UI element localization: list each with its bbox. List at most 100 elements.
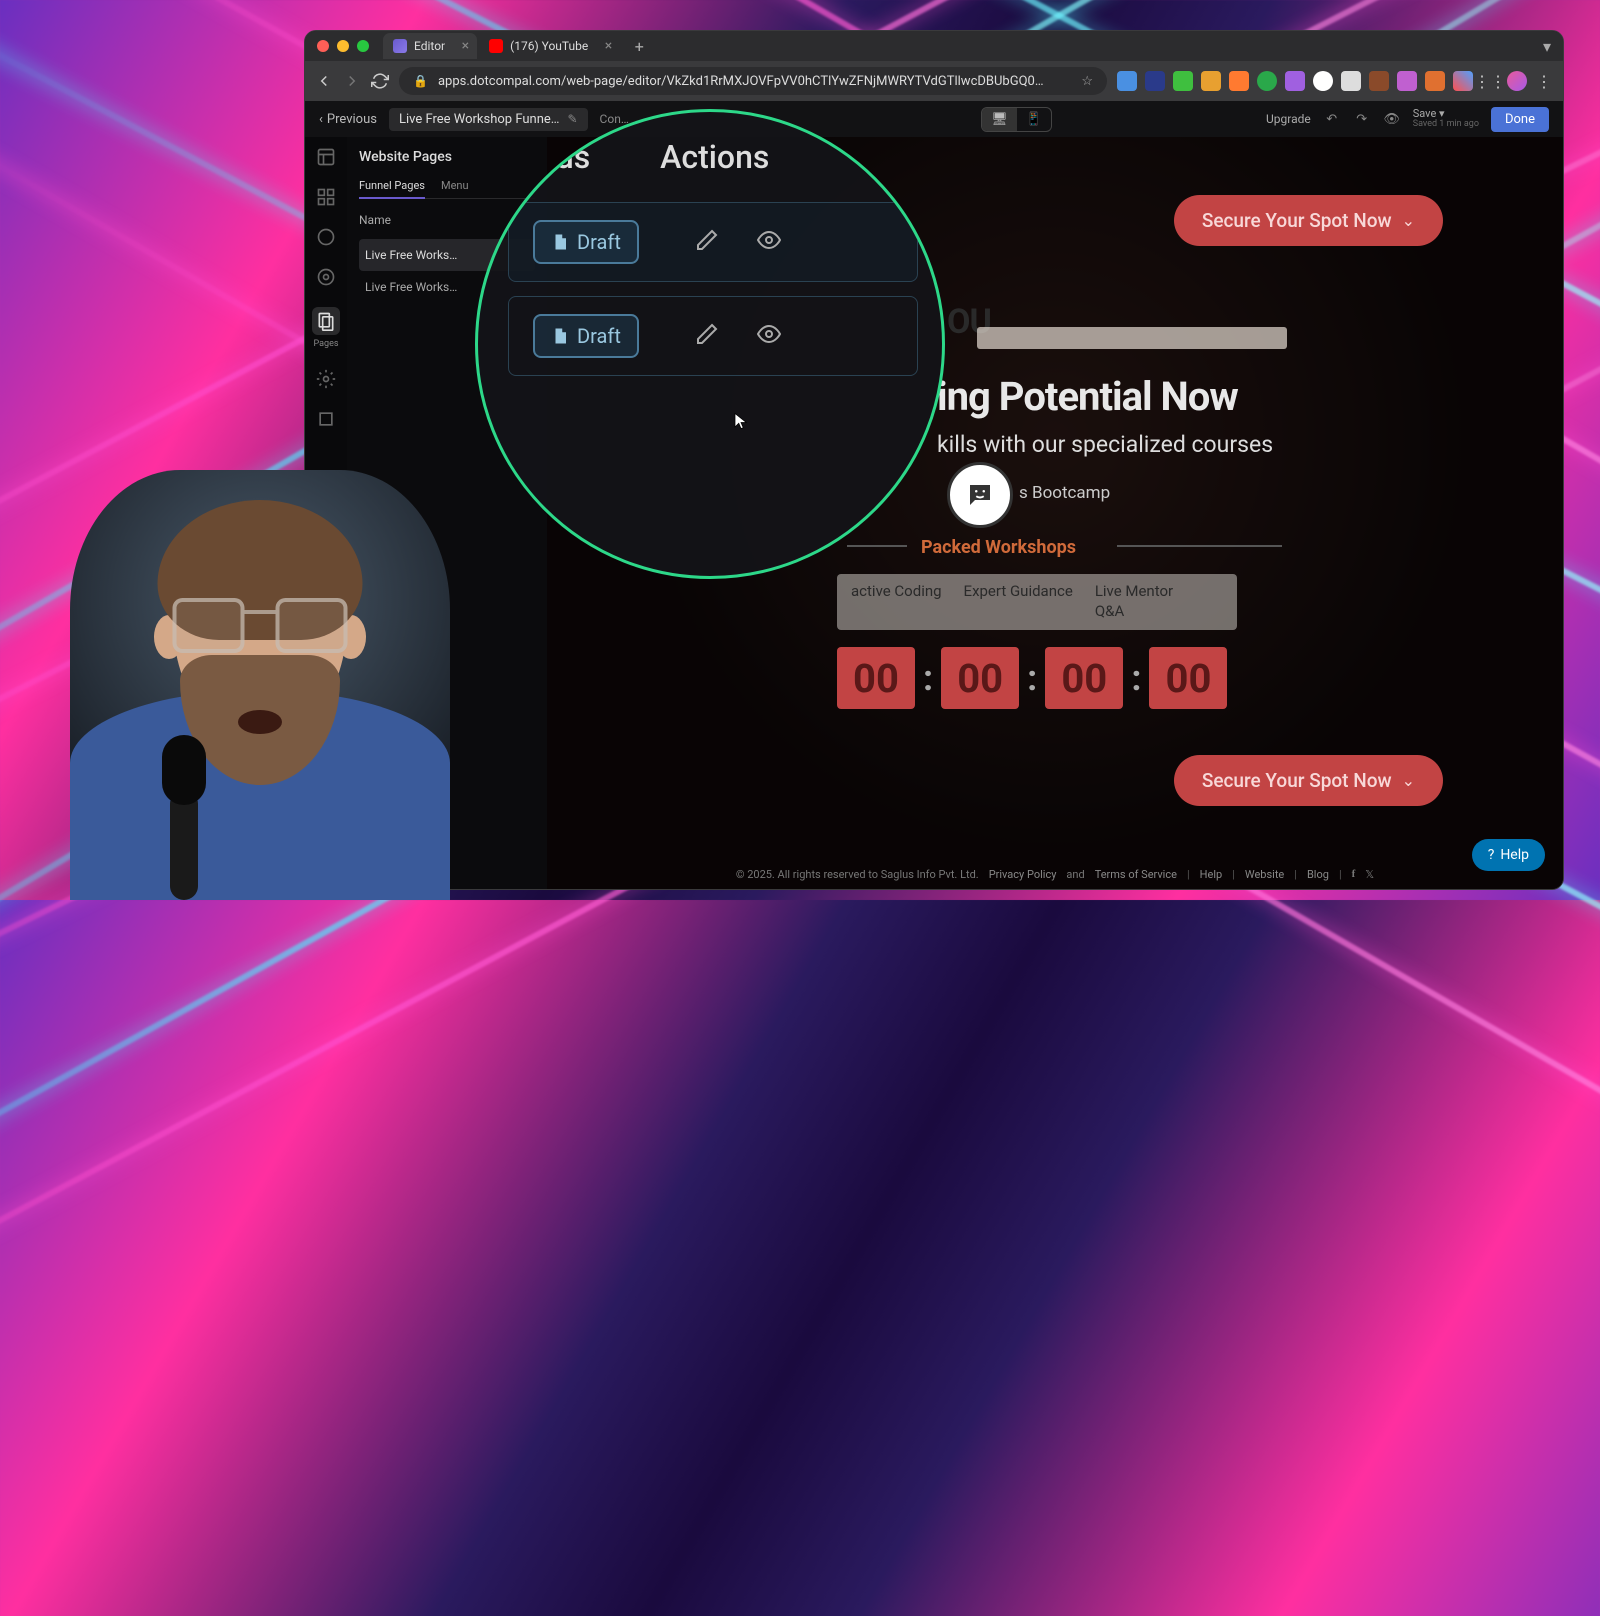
extension-icon[interactable]: [1201, 71, 1221, 91]
gear-icon[interactable]: [316, 369, 336, 389]
favicon-youtube-icon: [489, 39, 503, 53]
profile-avatar-icon[interactable]: [1507, 71, 1527, 91]
url-bar[interactable]: 🔒 apps.dotcompal.com/web-page/editor/VkZ…: [399, 67, 1107, 95]
edit-pencil-icon[interactable]: [695, 228, 719, 256]
secure-spot-cta-button[interactable]: Secure Your Spot Now ⌄: [1174, 195, 1443, 246]
extension-icon[interactable]: [1257, 71, 1277, 91]
url-text: apps.dotcompal.com/web-page/editor/VkZkd…: [438, 74, 1044, 89]
upgrade-link[interactable]: Upgrade: [1266, 112, 1311, 126]
close-tab-icon[interactable]: ×: [462, 38, 469, 54]
preview-eye-icon[interactable]: [757, 228, 781, 256]
page-list-row[interactable]: Draft: [508, 202, 918, 282]
new-tab-button[interactable]: +: [628, 35, 650, 57]
countdown-days: 00: [837, 647, 915, 709]
layout-icon[interactable]: [316, 147, 336, 167]
undo-button[interactable]: ↶: [1323, 110, 1341, 128]
mobile-view-button[interactable]: 📱: [1017, 108, 1051, 131]
styles-icon[interactable]: [316, 267, 336, 287]
address-bar: 🔒 apps.dotcompal.com/web-page/editor/VkZ…: [305, 61, 1563, 101]
help-link[interactable]: Help: [1200, 868, 1223, 881]
draft-status-badge: Draft: [533, 314, 639, 358]
pages-label: Pages: [314, 339, 339, 349]
extension-icon[interactable]: [1369, 71, 1389, 91]
titlebar: Editor × (176) YouTube × + ▾: [305, 31, 1563, 61]
minimize-window-button[interactable]: [337, 40, 349, 52]
extension-icon[interactable]: [1117, 71, 1137, 91]
subheadline-text: kills with our specialized courses: [937, 431, 1273, 458]
preview-eye-icon[interactable]: [757, 322, 781, 350]
pages-icon[interactable]: [312, 307, 340, 335]
headline-text: ing Potential Now: [937, 373, 1238, 420]
close-window-button[interactable]: [317, 40, 329, 52]
feature-item: Expert Guidance: [964, 582, 1073, 602]
expand-icon[interactable]: [316, 409, 336, 429]
webcam-presenter-overlay: [70, 470, 450, 900]
favicon-dotcompal-icon: [393, 39, 407, 53]
preview-eye-icon[interactable]: 👁: [1383, 110, 1401, 128]
input-placeholder[interactable]: [977, 327, 1287, 349]
zoom-highlight-circle: atus Actions Draft: [475, 109, 945, 579]
bookmark-star-icon[interactable]: ☆: [1081, 74, 1093, 89]
browser-tab-youtube[interactable]: (176) YouTube ×: [479, 33, 620, 59]
extension-icon[interactable]: [1341, 71, 1361, 91]
extension-icon[interactable]: [1229, 71, 1249, 91]
kebab-menu-icon[interactable]: ⋮: [1535, 72, 1553, 90]
browser-tab-editor[interactable]: Editor ×: [383, 33, 477, 59]
extensions-area: ⋮⋮ ⋮: [1117, 71, 1553, 91]
blocks-icon[interactable]: [316, 187, 336, 207]
blog-link[interactable]: Blog: [1307, 868, 1329, 881]
tab-title: Editor: [414, 39, 445, 53]
terms-link[interactable]: Terms of Service: [1095, 868, 1177, 881]
feature-item: active Coding: [851, 582, 942, 602]
extension-icon[interactable]: [1425, 71, 1445, 91]
edit-pencil-icon[interactable]: [695, 322, 719, 350]
website-link[interactable]: Website: [1245, 868, 1284, 881]
extension-icon[interactable]: [1145, 71, 1165, 91]
desktop-view-button[interactable]: 🖥: [982, 108, 1017, 131]
save-dropdown[interactable]: Save ▾ Saved 1 min ago: [1413, 108, 1479, 130]
subtab-funnel-pages[interactable]: Funnel Pages: [359, 179, 425, 199]
help-widget-button[interactable]: ? Help: [1472, 839, 1545, 871]
back-button[interactable]: [315, 72, 333, 90]
extension-icon[interactable]: [1313, 71, 1333, 91]
actions-column-header: Actions: [660, 138, 769, 176]
x-twitter-icon[interactable]: 𝕏: [1365, 868, 1374, 881]
countdown-timer: 00 : 00 : 00 : 00: [837, 647, 1227, 709]
privacy-link[interactable]: Privacy Policy: [989, 868, 1057, 881]
tab-overflow-button[interactable]: ▾: [1543, 37, 1551, 56]
page-list-row[interactable]: Draft: [508, 296, 918, 376]
close-tab-icon[interactable]: ×: [605, 38, 612, 54]
help-question-icon: ?: [1488, 847, 1495, 863]
chat-bubble-icon[interactable]: [947, 462, 1013, 528]
bootcamp-text: s Bootcamp: [1019, 483, 1110, 503]
extension-icon[interactable]: [1285, 71, 1305, 91]
forward-button[interactable]: [343, 72, 361, 90]
elements-icon[interactable]: [316, 227, 336, 247]
chevron-down-icon: ⌄: [1402, 771, 1415, 790]
status-column-header: atus: [528, 138, 590, 176]
subtab-menu[interactable]: Menu: [441, 179, 469, 192]
secure-spot-cta-button[interactable]: Secure Your Spot Now ⌄: [1174, 755, 1443, 806]
countdown-hours: 00: [941, 647, 1019, 709]
previous-link[interactable]: ‹ Previous: [319, 112, 377, 127]
countdown-minutes: 00: [1045, 647, 1123, 709]
chevron-down-icon: ⌄: [1402, 211, 1415, 230]
browser-window: Editor × (176) YouTube × + ▾ 🔒 apps.dotc…: [304, 30, 1564, 890]
window-traffic-lights: [317, 40, 369, 52]
maximize-window-button[interactable]: [357, 40, 369, 52]
puzzle-icon[interactable]: ⋮⋮: [1481, 72, 1499, 90]
redo-button[interactable]: ↷: [1353, 110, 1371, 128]
extension-icon[interactable]: [1397, 71, 1417, 91]
countdown-seconds: 00: [1149, 647, 1227, 709]
extension-icon[interactable]: [1173, 71, 1193, 91]
done-button[interactable]: Done: [1491, 107, 1549, 132]
extension-icon[interactable]: [1453, 71, 1473, 91]
chevron-left-icon: ‹: [319, 112, 323, 127]
reload-button[interactable]: [371, 72, 389, 90]
viewport: ‹ Previous Live Free Workshop Funne… ✎ C…: [305, 101, 1563, 889]
page-footer: © 2025. All rights reserved to Saglus In…: [547, 859, 1563, 889]
facebook-icon[interactable]: f: [1352, 868, 1356, 880]
divider-line: [1117, 545, 1282, 547]
tab-title: (176) YouTube: [510, 39, 588, 53]
feature-item: Live Mentor Q&A: [1095, 582, 1205, 621]
